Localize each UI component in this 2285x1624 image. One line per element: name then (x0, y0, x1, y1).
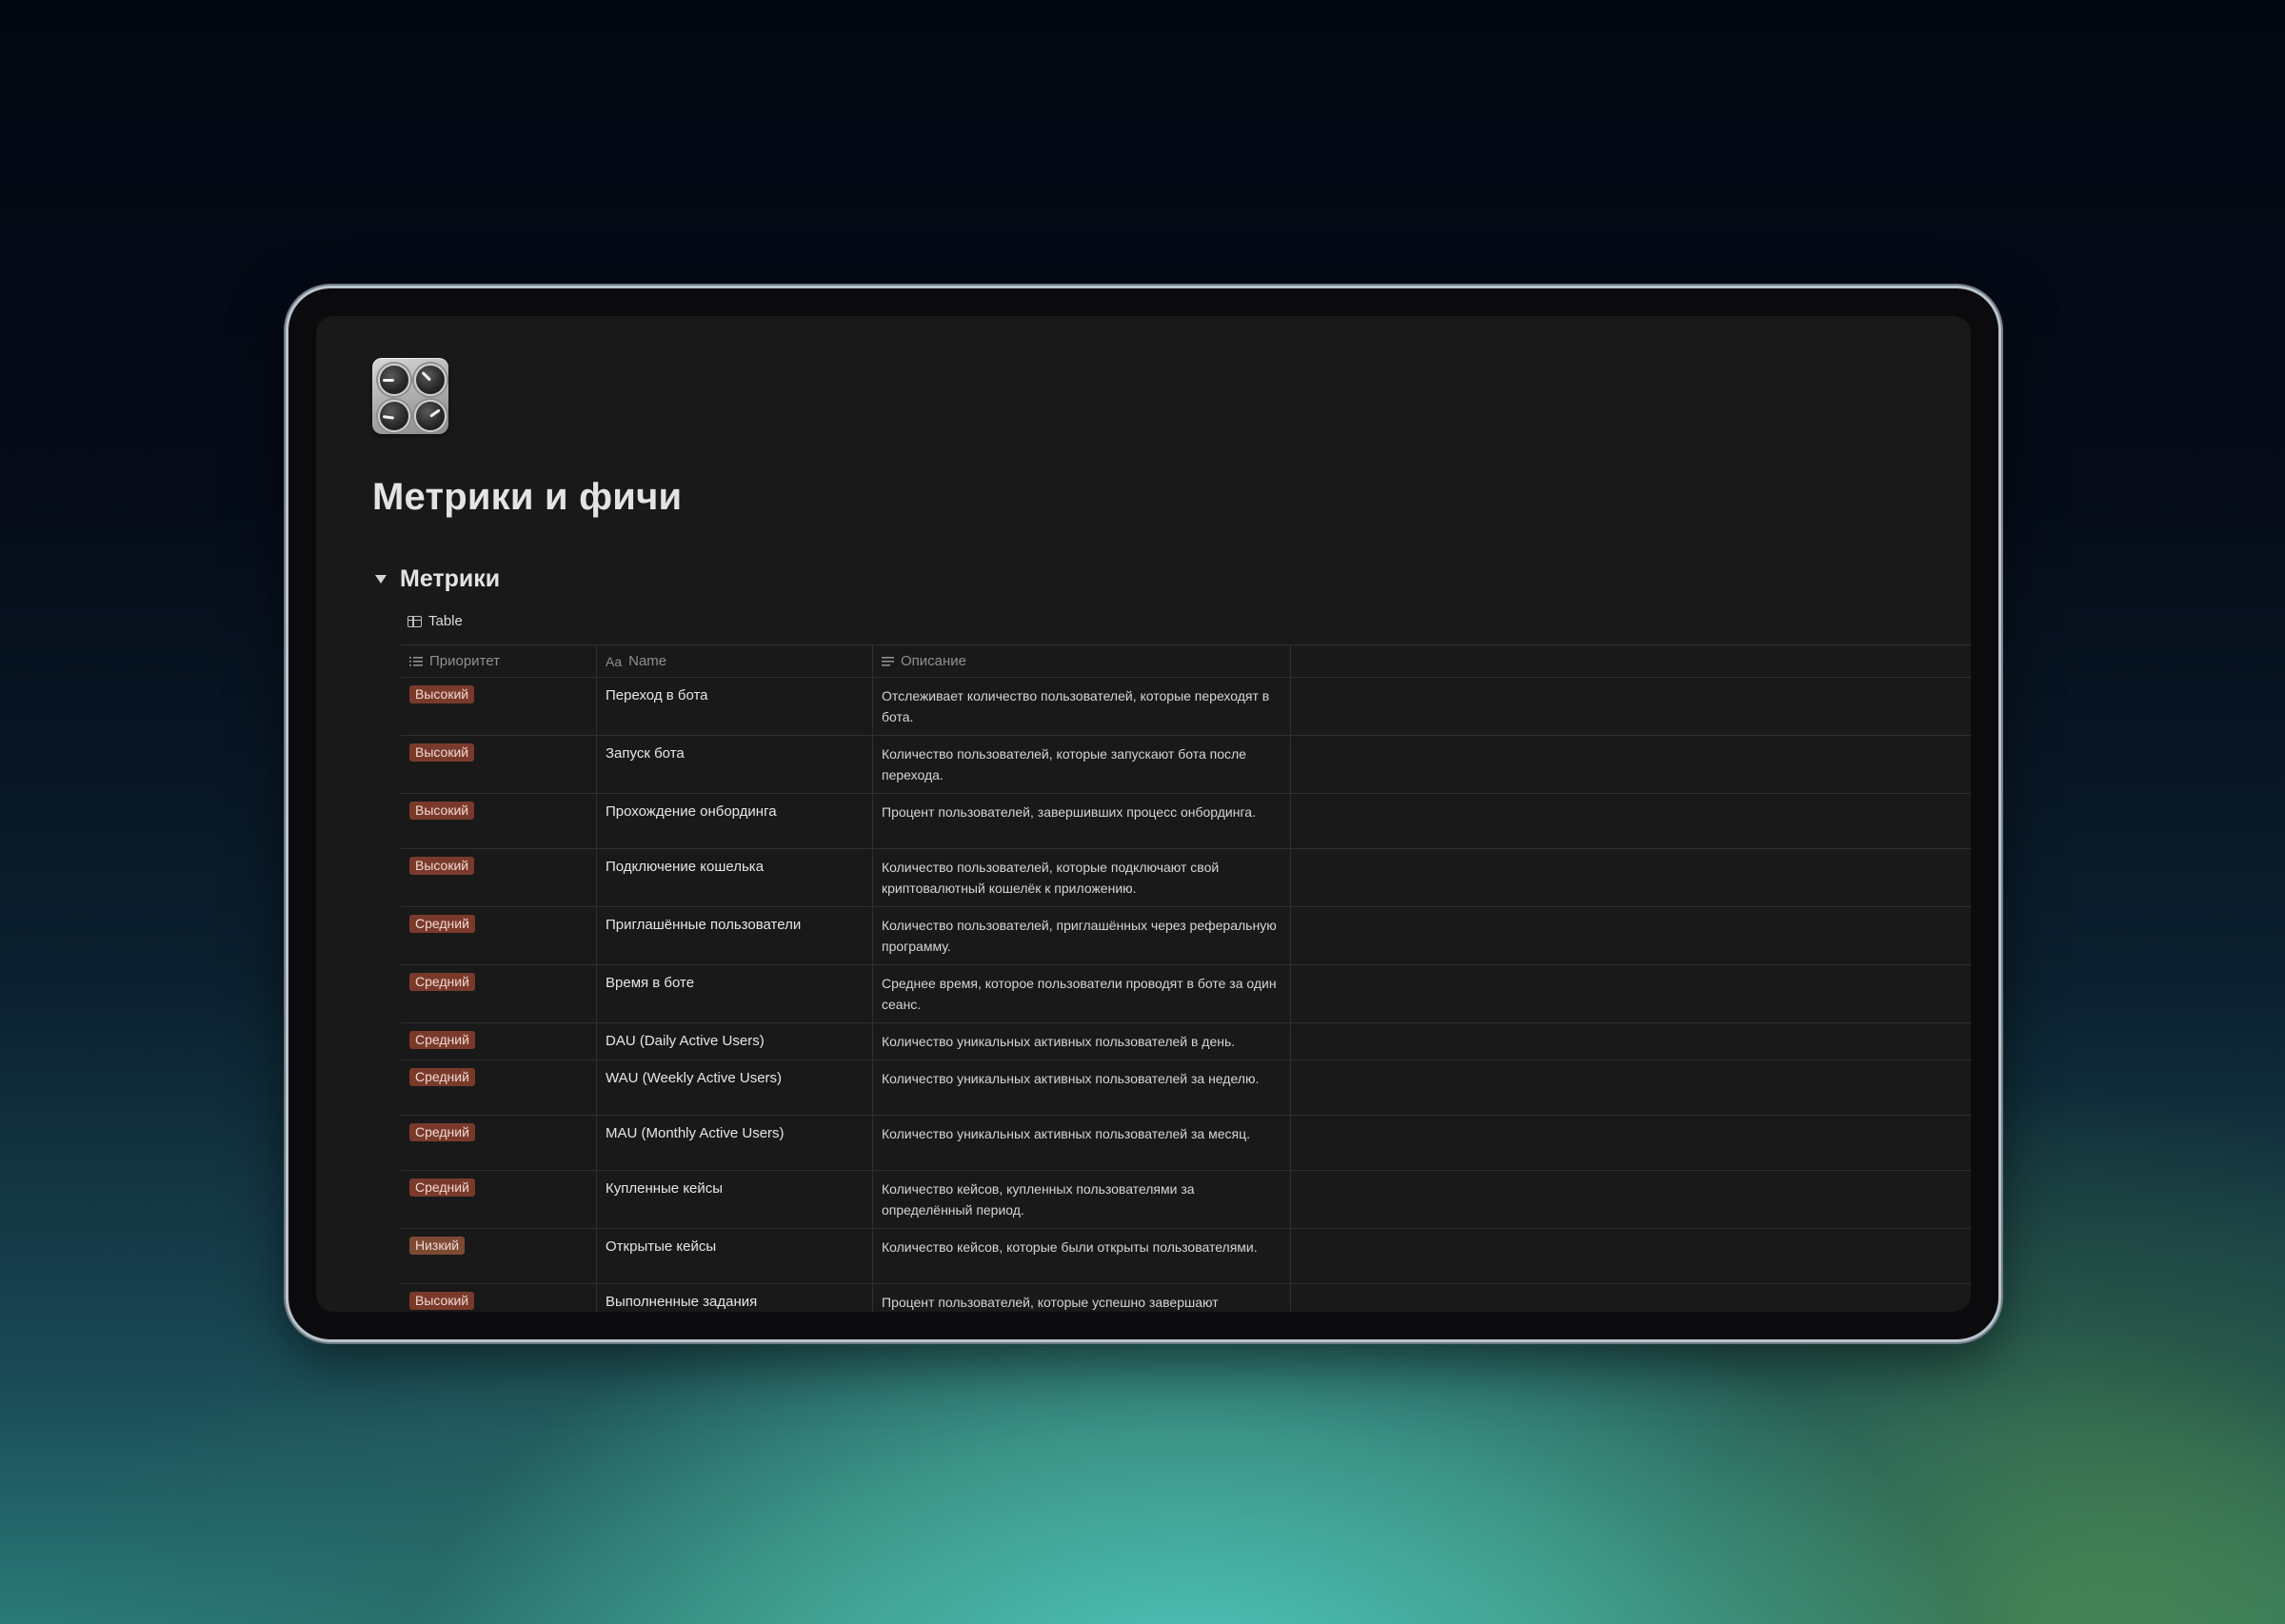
table-row[interactable]: Высокий Прохождение онбординга Процент п… (401, 794, 1971, 849)
table-row[interactable]: Высокий Переход в бота Отслеживает колич… (401, 678, 1971, 736)
priority-badge[interactable]: Высокий (409, 857, 475, 875)
page-title[interactable]: Метрики и фичи (372, 476, 682, 519)
priority-badge[interactable]: Высокий (409, 802, 475, 820)
knob-icon (378, 400, 410, 432)
column-header-priority[interactable]: Приоритет (401, 645, 597, 677)
row-name[interactable]: Купленные кейсы (606, 1178, 864, 1199)
knob-icon (414, 400, 447, 432)
table-row[interactable]: Средний WAU (Weekly Active Users) Количе… (401, 1060, 1971, 1116)
row-name[interactable]: Запуск бота (606, 743, 864, 764)
row-description[interactable]: Количество уникальных активных пользоват… (882, 1068, 1282, 1089)
table-icon (407, 615, 422, 627)
tablet-frame: Метрики и фичи Метрики Table Приоритет A… (288, 288, 1998, 1339)
priority-badge[interactable]: Высокий (409, 685, 475, 703)
column-header-description[interactable]: Описание (873, 645, 1291, 677)
priority-badge[interactable]: Средний (409, 1031, 475, 1049)
table-row[interactable]: Средний Приглашённые пользователи Количе… (401, 907, 1971, 965)
row-description[interactable]: Количество пользователей, приглашённых ч… (882, 915, 1282, 957)
knob-icon (414, 364, 447, 396)
knob-icon (378, 364, 410, 396)
list-icon (409, 656, 423, 666)
section-heading: Метрики (400, 565, 501, 592)
table-header: Приоритет Aa Name Описание (401, 644, 1971, 678)
row-name[interactable]: Приглашённые пользователи (606, 915, 864, 936)
row-description[interactable]: Процент пользователей, завершивших проце… (882, 802, 1282, 822)
text-lines-icon (882, 656, 894, 666)
row-description[interactable]: Среднее время, которое пользователи пров… (882, 973, 1282, 1015)
tablet-screen: Метрики и фичи Метрики Table Приоритет A… (316, 316, 1971, 1312)
view-tab-label: Table (428, 613, 463, 629)
table-row[interactable]: Низкий Открытые кейсы Количество кейсов,… (401, 1229, 1971, 1284)
row-description[interactable]: Количество кейсов, которые были открыты … (882, 1237, 1282, 1258)
row-name[interactable]: Подключение кошелька (606, 857, 864, 878)
priority-badge[interactable]: Средний (409, 1123, 475, 1141)
toggle-heading-metrics[interactable]: Метрики (375, 565, 500, 593)
notion-page: Метрики и фичи Метрики Table Приоритет A… (316, 316, 1971, 1312)
row-description[interactable]: Количество уникальных активных пользоват… (882, 1031, 1282, 1052)
row-name[interactable]: Время в боте (606, 973, 864, 994)
priority-badge[interactable]: Средний (409, 973, 475, 991)
row-description[interactable]: Процент пользователей, которые успешно з… (882, 1292, 1282, 1312)
metrics-table: Приоритет Aa Name Описание Высокий Перех… (401, 644, 1971, 1312)
row-name[interactable]: WAU (Weekly Active Users) (606, 1068, 864, 1089)
row-description[interactable]: Количество кейсов, купленных пользовател… (882, 1178, 1282, 1220)
priority-badge[interactable]: Средний (409, 1068, 475, 1086)
column-header-label: Приоритет (429, 653, 500, 669)
row-description[interactable]: Количество уникальных активных пользоват… (882, 1123, 1282, 1144)
table-row[interactable]: Высокий Выполненные задания Процент поль… (401, 1284, 1971, 1312)
row-name[interactable]: Открытые кейсы (606, 1237, 864, 1258)
text-property-icon: Aa (606, 653, 623, 669)
table-row[interactable]: Высокий Подключение кошелька Количество … (401, 849, 1971, 907)
table-row[interactable]: Высокий Запуск бота Количество пользоват… (401, 736, 1971, 794)
table-row[interactable]: Средний Купленные кейсы Количество кейсо… (401, 1171, 1971, 1229)
table-row[interactable]: Средний DAU (Daily Active Users) Количес… (401, 1023, 1971, 1060)
column-header-label: Name (628, 653, 667, 669)
table-row[interactable]: Средний Время в боте Среднее время, кото… (401, 965, 1971, 1023)
toggle-triangle-icon[interactable] (375, 575, 387, 584)
column-header-label: Описание (901, 653, 967, 669)
row-name[interactable]: Прохождение онбординга (606, 802, 864, 822)
view-tab-table[interactable]: Table (407, 613, 463, 629)
row-description[interactable]: Количество пользователей, которые запуск… (882, 743, 1282, 785)
priority-badge[interactable]: Средний (409, 915, 475, 933)
priority-badge[interactable]: Средний (409, 1178, 475, 1197)
row-description[interactable]: Количество пользователей, которые подклю… (882, 857, 1282, 899)
row-name[interactable]: Переход в бота (606, 685, 864, 706)
table-row[interactable]: Средний MAU (Monthly Active Users) Колич… (401, 1116, 1971, 1171)
row-name[interactable]: MAU (Monthly Active Users) (606, 1123, 864, 1144)
column-header-name[interactable]: Aa Name (597, 645, 873, 677)
row-description[interactable]: Отслеживает количество пользователей, ко… (882, 685, 1282, 727)
row-name[interactable]: DAU (Daily Active Users) (606, 1031, 864, 1052)
column-header-empty (1291, 645, 1971, 677)
row-name[interactable]: Выполненные задания (606, 1292, 864, 1312)
priority-badge[interactable]: Высокий (409, 743, 475, 762)
priority-badge[interactable]: Высокий (409, 1292, 475, 1310)
priority-badge[interactable]: Низкий (409, 1237, 466, 1255)
control-knobs-icon[interactable] (372, 358, 448, 434)
